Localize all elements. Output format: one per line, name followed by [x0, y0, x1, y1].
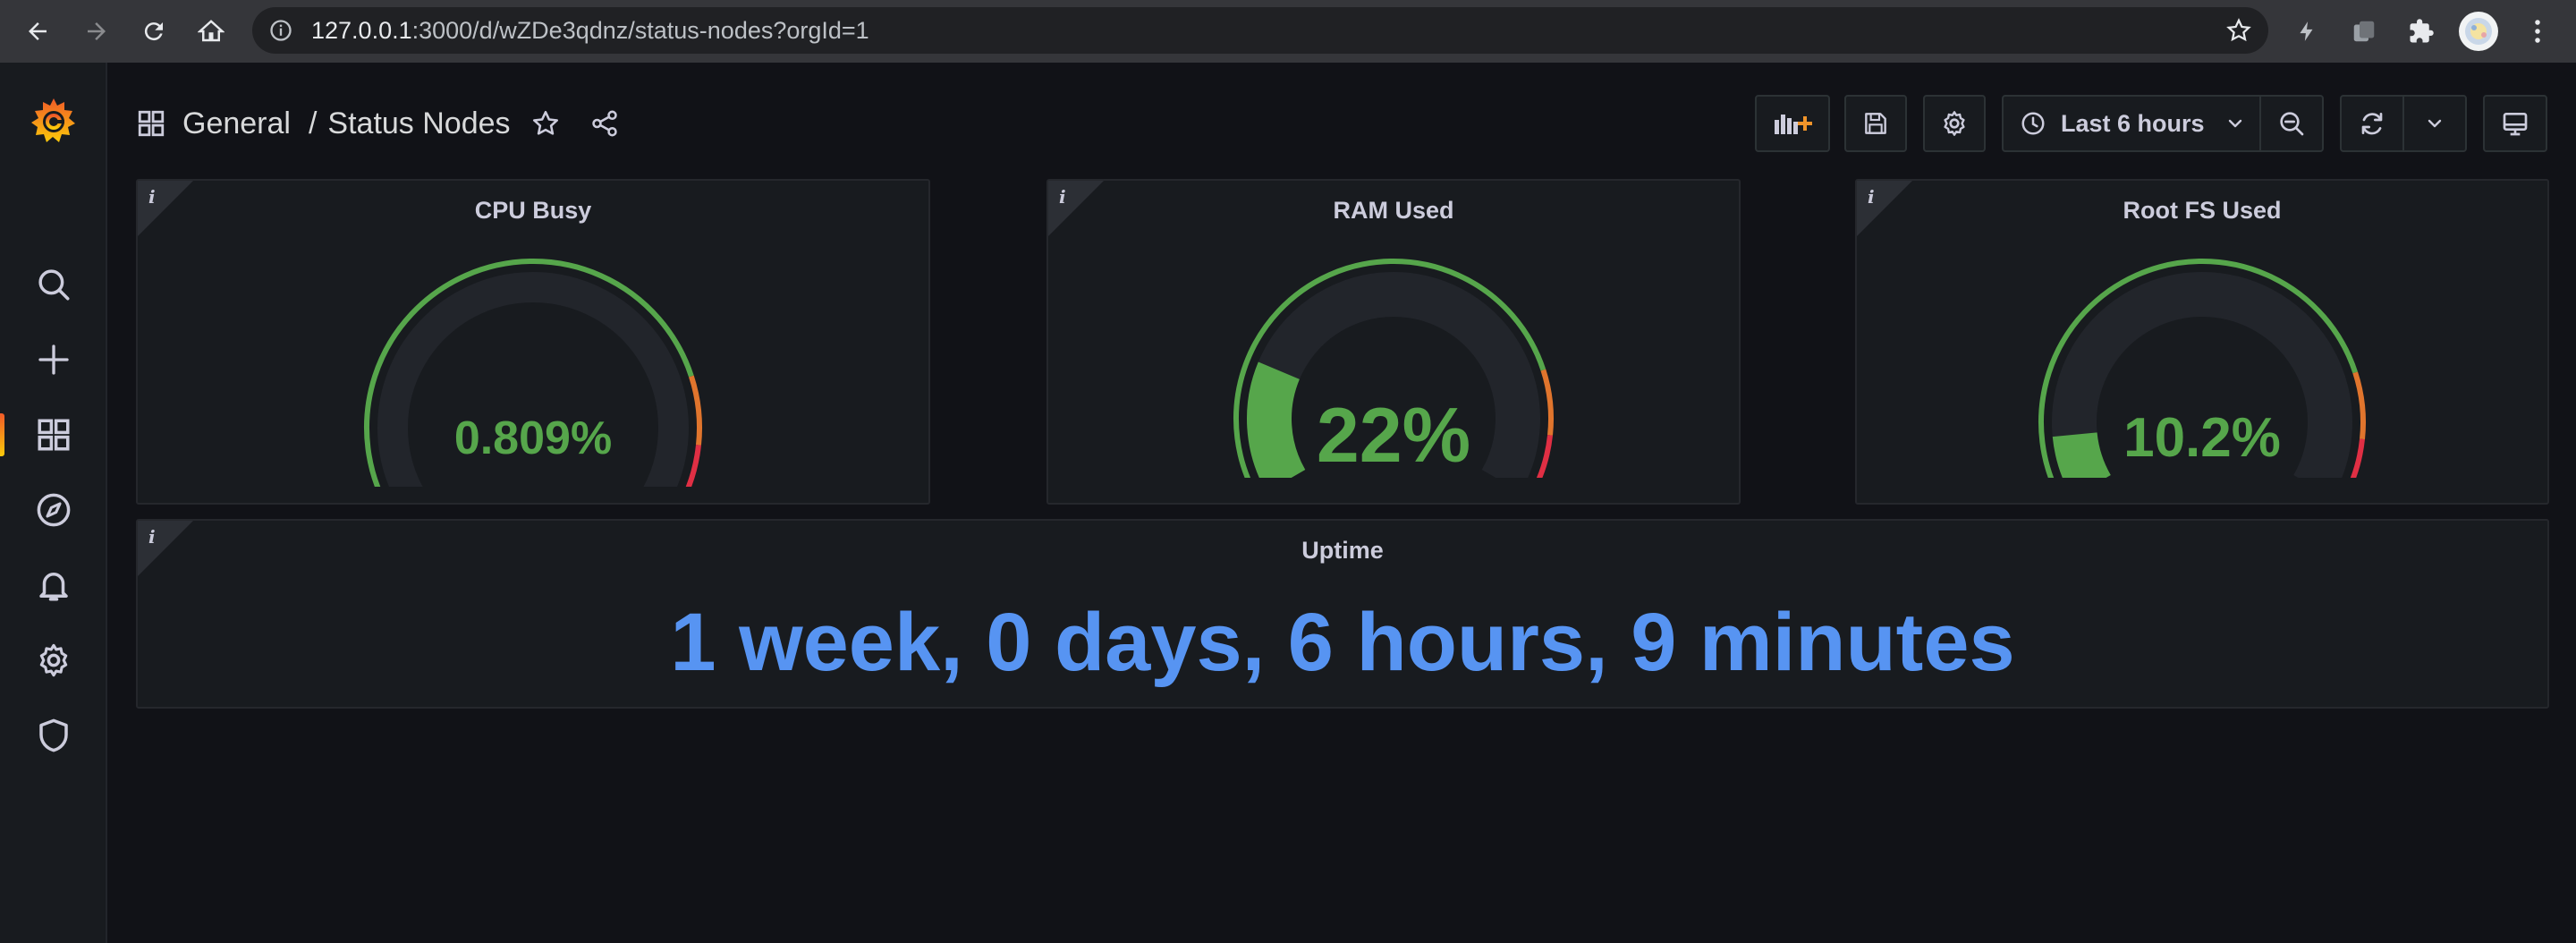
lightning-extension-icon[interactable] [2292, 16, 2322, 47]
server-admin-shield-icon[interactable] [0, 707, 107, 764]
gauge-value: 22% [1316, 393, 1471, 479]
breadcrumb-separator: / [308, 106, 318, 140]
refresh-button[interactable] [2340, 95, 2404, 152]
address-bar[interactable]: 127.0.0.1:3000/d/wZDe3qdnz/status-nodes?… [252, 7, 2268, 54]
clock-icon [2020, 110, 2046, 137]
dashboard-grid-icon [136, 108, 166, 139]
url-path: :3000/d/wZDe3qdnz/status-nodes?orgId=1 [411, 17, 869, 44]
side-menu [0, 63, 107, 943]
time-range-picker[interactable]: Last 6 hours [2002, 95, 2261, 152]
panel-title: CPU Busy [474, 197, 592, 224]
explore-compass-icon[interactable] [0, 481, 107, 539]
browser-menu-icon[interactable] [2522, 16, 2553, 47]
cpu-busy-panel[interactable]: i CPU Busy 0.809% [136, 179, 930, 505]
gauge-value: 10.2% [2123, 407, 2281, 469]
breadcrumb: General / Status Nodes [136, 102, 620, 145]
zoom-out-button[interactable] [2259, 95, 2324, 152]
grafana-logo-icon[interactable] [0, 89, 107, 154]
root-fs-used-panel[interactable]: i Root FS Used 10.2% [1855, 179, 2549, 505]
url-host: 127.0.0.1 [311, 17, 412, 44]
dashboards-grid-icon[interactable] [0, 406, 107, 463]
uptime-panel[interactable]: i Uptime 1 week, 0 days, 6 hours, 9 minu… [136, 519, 2549, 709]
panel-title: Uptime [1301, 537, 1384, 564]
chevron-down-icon [2224, 113, 2246, 134]
create-plus-icon[interactable] [0, 331, 107, 388]
uptime-value: 1 week, 0 days, 6 hours, 9 minutes [670, 597, 2015, 688]
dashboard-header: General / Status Nodes Last 6 hours [107, 63, 2576, 181]
home-icon[interactable] [193, 13, 229, 49]
forward-icon[interactable] [79, 13, 114, 49]
gauge-value: 0.809% [453, 412, 613, 464]
url-text: 127.0.0.1:3000/d/wZDe3qdnz/status-nodes?… [311, 18, 869, 43]
site-info-icon[interactable] [268, 18, 293, 43]
alerting-bell-icon[interactable] [0, 556, 107, 614]
profile-avatar[interactable] [2458, 11, 2499, 52]
dashboard-settings-button[interactable] [1923, 95, 1986, 152]
extensions-puzzle-icon[interactable] [2406, 16, 2436, 47]
back-icon[interactable] [20, 13, 55, 49]
reload-icon[interactable] [136, 13, 172, 49]
bookmark-star-icon[interactable] [2225, 17, 2252, 44]
ram-used-panel[interactable]: i RAM Used 22% [1046, 179, 1741, 505]
configuration-gear-icon[interactable] [0, 632, 107, 689]
refresh-interval-dropdown[interactable] [2402, 95, 2467, 152]
panel-title: Root FS Used [2123, 197, 2282, 224]
search-icon[interactable] [0, 256, 107, 313]
add-panel-button[interactable] [1755, 95, 1830, 152]
time-range-label: Last 6 hours [2061, 109, 2205, 137]
panel-title: RAM Used [1333, 197, 1454, 224]
copy-extension-icon[interactable] [2349, 16, 2379, 47]
cycle-view-mode-button[interactable] [2483, 95, 2547, 152]
share-icon[interactable] [589, 108, 620, 139]
browser-toolbar: 127.0.0.1:3000/d/wZDe3qdnz/status-nodes?… [0, 0, 2576, 63]
save-dashboard-button[interactable] [1844, 95, 1907, 152]
mark-favorite-star-icon[interactable] [530, 108, 561, 139]
dashboard-title[interactable]: Status Nodes [327, 106, 510, 141]
folder-link[interactable]: General [182, 106, 291, 141]
